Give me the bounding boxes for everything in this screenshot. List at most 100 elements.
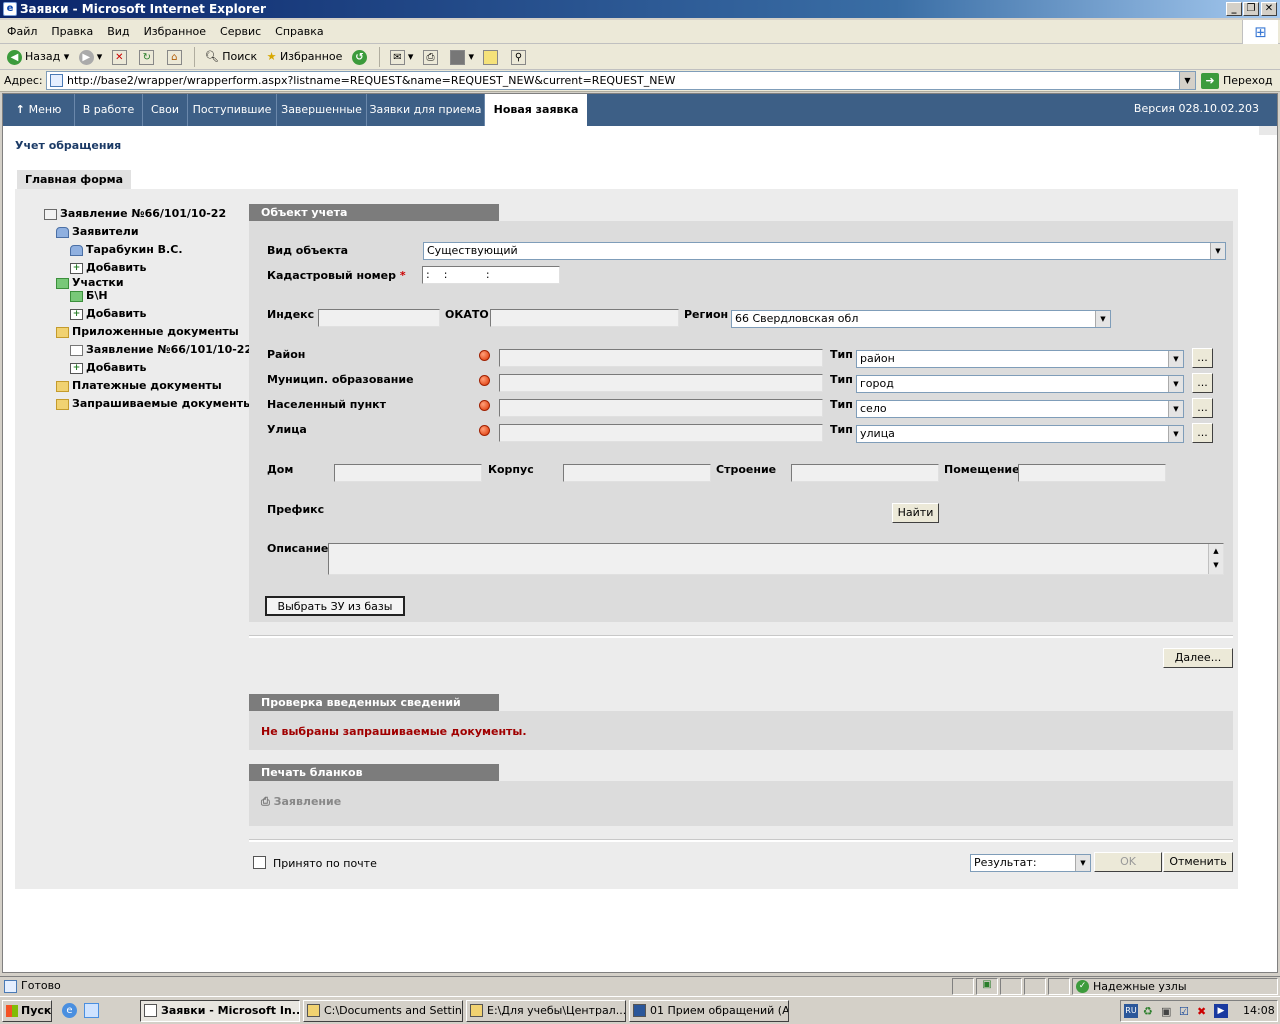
settlement-lookup-button[interactable]: ...	[1192, 398, 1213, 418]
scrollbar[interactable]	[1259, 126, 1277, 135]
taskbar-item-explorer-2[interactable]: E:\Для учебы\Централ...	[466, 1000, 626, 1022]
refresh-icon: ↻	[139, 49, 155, 65]
taskbar-item-word[interactable]: 01 Прием обращений (А...	[629, 1000, 789, 1022]
textarea-scrollbar[interactable]: ▲ ▼	[1208, 544, 1223, 574]
app-nav-bar: ↑ Меню В работе Свои Поступившие Заверше…	[3, 94, 1277, 126]
network-icon[interactable]: ▣	[1161, 1005, 1171, 1018]
home-button[interactable]: ⌂	[164, 46, 188, 68]
find-button[interactable]: Найти	[892, 503, 939, 523]
tree-root[interactable]: Заявление №66/101/10-22	[44, 206, 226, 222]
settlement-label: Населенный пункт	[267, 398, 387, 411]
street-lookup-button[interactable]: ...	[1192, 423, 1213, 443]
green-folder-icon	[56, 277, 69, 289]
index-label: Индекс	[267, 308, 315, 321]
tree-requested-docs[interactable]: Запрашиваемые документы	[56, 396, 253, 412]
menu-favorites[interactable]: Избранное	[137, 20, 213, 44]
tree-add-applicant[interactable]: + Добавить	[70, 260, 146, 276]
district-type-select[interactable]: район ▼	[856, 350, 1184, 368]
minimize-button[interactable]: _	[1226, 2, 1242, 16]
select-from-db-button[interactable]: Выбрать ЗУ из базы	[265, 596, 405, 616]
language-indicator[interactable]: RU	[1124, 1004, 1138, 1018]
settlement-input[interactable]	[499, 399, 823, 417]
menu-tools[interactable]: Сервис	[213, 20, 268, 44]
edit-button[interactable]: ▾	[447, 46, 477, 68]
history-button[interactable]: ↺	[349, 46, 373, 68]
tab-main-form[interactable]: Главная форма	[17, 170, 131, 190]
tab-menu[interactable]: ↑ Меню	[3, 94, 75, 126]
menu-view[interactable]: Вид	[100, 20, 136, 44]
tree-applicants[interactable]: Заявители	[56, 224, 139, 240]
stop-button[interactable]: ✕	[109, 46, 133, 68]
description-textarea[interactable]: ▲ ▼	[328, 543, 1224, 575]
tree-payment-docs[interactable]: Платежные документы	[56, 378, 222, 394]
back-button[interactable]: ◀ Назад ▾	[4, 46, 72, 68]
print-button[interactable]: ⎙	[420, 46, 444, 68]
house-input[interactable]	[334, 464, 482, 482]
mail-button[interactable]: ✉ ▾	[387, 46, 417, 68]
go-button[interactable]: ➜ Переход	[1201, 71, 1277, 90]
tray-icon-1[interactable]: ♻	[1143, 1005, 1153, 1018]
settlement-type-label: Тип	[830, 398, 853, 411]
favorites-button[interactable]: ★ Избранное	[264, 46, 346, 68]
tab-incoming[interactable]: Поступившие	[188, 94, 277, 126]
cadastral-input[interactable]: : : :	[422, 266, 560, 284]
media-play-icon[interactable]: ▶	[1214, 1004, 1228, 1018]
street-input[interactable]	[499, 424, 823, 442]
okato-input[interactable]	[490, 309, 679, 327]
chevron-down-icon: ▼	[1168, 351, 1183, 367]
next-button[interactable]: Далее...	[1163, 648, 1233, 668]
address-dropdown-icon[interactable]: ▼	[1179, 72, 1195, 89]
tray-icon-3[interactable]: ☑	[1179, 1005, 1189, 1018]
forward-arrow-icon: ▶	[78, 49, 94, 65]
ok-button[interactable]: OK	[1094, 852, 1162, 872]
print-statement-link[interactable]: ⎙ Заявление	[261, 795, 341, 809]
municipal-input[interactable]	[499, 374, 823, 392]
tab-new-request[interactable]: Новая заявка	[485, 94, 587, 126]
restore-button[interactable]: ❐	[1243, 2, 1259, 16]
tree-add-document[interactable]: + Добавить	[70, 360, 146, 376]
antivirus-icon[interactable]: ✖	[1197, 1005, 1206, 1018]
cancel-button[interactable]: Отменить	[1163, 852, 1233, 872]
result-select[interactable]: Результат: ▼	[970, 854, 1091, 872]
tab-own[interactable]: Свои	[143, 94, 188, 126]
research-button[interactable]: ⚲	[508, 46, 532, 68]
refresh-button[interactable]: ↻	[136, 46, 160, 68]
room-label: Помещение	[944, 463, 1020, 476]
building-input[interactable]	[563, 464, 711, 482]
region-select[interactable]: 66 Свердловская обл ▼	[731, 310, 1111, 328]
structure-input[interactable]	[791, 464, 939, 482]
district-input[interactable]	[499, 349, 823, 367]
municipal-type-select[interactable]: город ▼	[856, 375, 1184, 393]
menu-edit[interactable]: Правка	[44, 20, 100, 44]
search-button[interactable]: 🔍︎ Поиск	[202, 46, 260, 68]
object-type-select[interactable]: Существующий ▼	[423, 242, 1226, 260]
district-lookup-button[interactable]: ...	[1192, 348, 1213, 368]
index-input[interactable]	[318, 309, 440, 327]
close-button[interactable]: ✕	[1261, 2, 1277, 16]
received-by-mail-checkbox[interactable]	[253, 856, 266, 869]
settlement-type-select[interactable]: село ▼	[856, 400, 1184, 418]
forward-button[interactable]: ▶ ▾	[76, 46, 106, 68]
street-type-select[interactable]: улица ▼	[856, 425, 1184, 443]
tree-applicant-item[interactable]: Тарабукин В.С.	[70, 242, 183, 258]
municipal-lookup-button[interactable]: ...	[1192, 373, 1213, 393]
address-input[interactable]: http://base2/wrapper/wrapperform.aspx?li…	[46, 71, 1196, 90]
tab-requests-to-accept[interactable]: Заявки для приема	[367, 94, 485, 126]
menu-help[interactable]: Справка	[268, 20, 330, 44]
discuss-button[interactable]	[480, 46, 504, 68]
tree-add-plot[interactable]: + Добавить	[70, 306, 146, 322]
tree-plot-item[interactable]: Б\Н	[70, 288, 108, 304]
tab-in-progress[interactable]: В работе	[75, 94, 143, 126]
menu-file[interactable]: Файл	[0, 20, 44, 44]
desktop-quicklaunch-icon[interactable]	[84, 1003, 99, 1018]
description-label: Описание	[267, 542, 329, 555]
tab-completed[interactable]: Завершенные	[277, 94, 367, 126]
tree-attached-item[interactable]: Заявление №66/101/10-22	[70, 342, 252, 358]
ie-quicklaunch-icon[interactable]: e	[62, 1003, 77, 1018]
start-button[interactable]: Пуск	[2, 1000, 52, 1022]
municipal-type-label: Тип	[830, 373, 853, 386]
taskbar-item-explorer-1[interactable]: C:\Documents and Settin...	[303, 1000, 463, 1022]
room-input[interactable]	[1018, 464, 1166, 482]
taskbar-item-ie[interactable]: Заявки - Microsoft In...	[140, 1000, 300, 1022]
tree-attached-docs[interactable]: Приложенные документы	[56, 324, 239, 340]
